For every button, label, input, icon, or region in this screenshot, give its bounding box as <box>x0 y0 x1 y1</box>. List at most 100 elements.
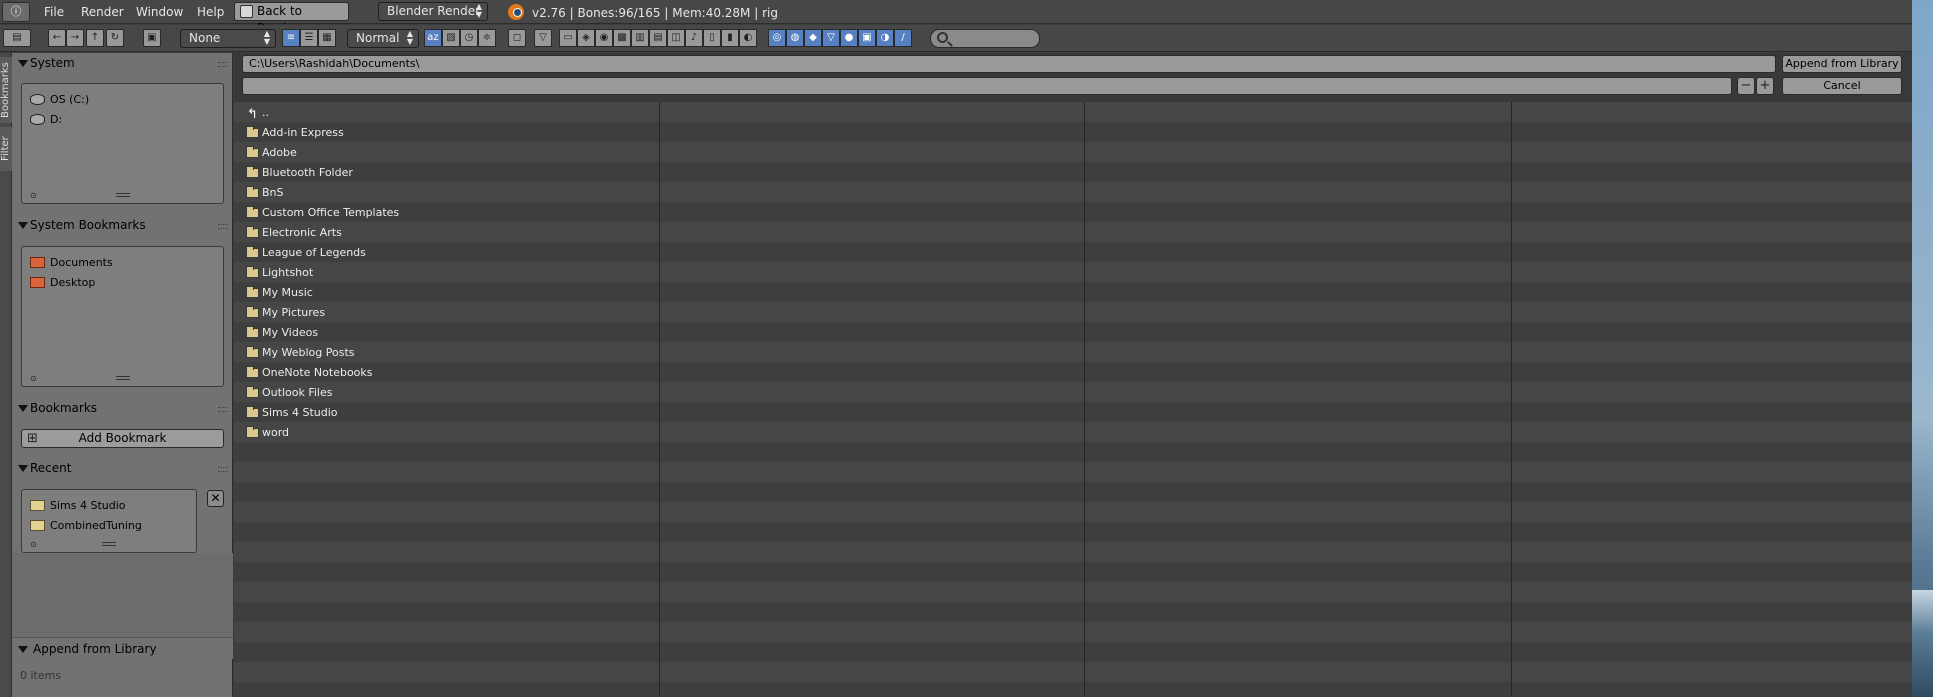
panel-header-bookmarks[interactable]: Bookmarks <box>12 398 233 418</box>
list-resize-handle[interactable]: ⊙ <box>22 374 223 383</box>
filter-material-icon[interactable]: ● <box>840 29 858 47</box>
filter-archive-icon[interactable]: ▮ <box>721 29 739 47</box>
render-engine-label: Blender Render <box>387 4 481 18</box>
panel-header-recent[interactable]: Recent <box>12 458 233 478</box>
thumbnails-icon[interactable]: ▦ <box>318 29 336 47</box>
filter-blend-icon[interactable]: ◈ <box>577 29 595 47</box>
sort-alpha-icon[interactable]: az <box>424 29 442 47</box>
table-row[interactable]: My Weblog Posts <box>246 343 355 363</box>
table-row[interactable]: Sims 4 Studio <box>246 403 338 423</box>
filter-object-icon[interactable]: ◍ <box>786 29 804 47</box>
menu-help[interactable]: Help <box>197 5 224 19</box>
recursion-select[interactable]: None ▲ ▼ <box>180 29 276 48</box>
table-row[interactable]: My Pictures <box>246 303 325 323</box>
panel-header-append[interactable]: Append from Library <box>12 637 233 659</box>
tab-filter[interactable]: Filter <box>0 127 12 171</box>
filename-input[interactable] <box>242 77 1732 95</box>
filter-scene-icon[interactable]: ◎ <box>768 29 786 47</box>
list-item[interactable]: D: <box>30 111 62 129</box>
filter-movie-icon[interactable]: ▥ <box>631 29 649 47</box>
parent-directory-row[interactable]: ↰ .. <box>246 103 269 123</box>
menu-render[interactable]: Render <box>81 5 124 19</box>
menu-file[interactable]: File <box>44 5 64 19</box>
folder-icon <box>246 326 259 338</box>
recent-list: Sims 4 Studio CombinedTuning ⊙ <box>21 489 197 553</box>
list-item[interactable]: Sims 4 Studio <box>30 497 126 515</box>
filter-sound-icon[interactable]: ♪ <box>685 29 703 47</box>
table-row[interactable]: OneNote Notebooks <box>246 363 373 383</box>
parent-dir-icon[interactable]: ↑ <box>86 29 104 47</box>
list-item[interactable]: CombinedTuning <box>30 517 142 535</box>
folder-icon <box>246 146 259 158</box>
back-icon[interactable]: ← <box>48 29 66 47</box>
tab-bookmarks[interactable]: Bookmarks <box>0 57 12 123</box>
filter-texture-icon[interactable]: ▣ <box>858 29 876 47</box>
filter-backup-icon[interactable]: ◉ <box>595 29 613 47</box>
add-bookmark-button[interactable]: ⊞ Add Bookmark <box>21 429 224 448</box>
table-row[interactable]: Add-in Express <box>246 123 344 143</box>
filter-font-icon[interactable]: ◫ <box>667 29 685 47</box>
sort-ext-icon[interactable]: ▧ <box>442 29 460 47</box>
table-row[interactable]: My Music <box>246 283 313 303</box>
forward-icon[interactable]: → <box>66 29 84 47</box>
filter-armature-icon[interactable]: ▽ <box>822 29 840 47</box>
new-folder-icon[interactable]: ▣ <box>143 29 161 47</box>
drag-grip-icon[interactable] <box>218 224 228 229</box>
panel-header-system[interactable]: System <box>12 53 233 73</box>
filter-blender-icon[interactable]: ◐ <box>739 29 757 47</box>
short-list-icon[interactable]: ≡ <box>282 29 300 47</box>
refresh-icon[interactable]: ↻ <box>106 29 124 47</box>
table-row[interactable]: BnS <box>246 183 284 203</box>
sort-time-icon[interactable]: ◷ <box>460 29 478 47</box>
list-item[interactable]: Documents <box>30 254 113 272</box>
cancel-button[interactable]: Cancel <box>1782 77 1902 95</box>
table-row[interactable]: Outlook Files <box>246 383 332 403</box>
list-resize-handle[interactable]: ⊙ <box>22 191 223 200</box>
hide-dot-files-icon[interactable]: ◻ <box>508 29 526 47</box>
panel-title: Recent <box>30 461 72 475</box>
table-row[interactable]: Custom Office Templates <box>246 203 399 223</box>
bookmark-folder-icon <box>30 257 45 268</box>
list-item[interactable]: Desktop <box>30 274 95 292</box>
file-list: ↰ .. Add-in Express Adobe Bluetooth Fold… <box>234 102 1912 697</box>
sort-size-icon[interactable]: ≑ <box>478 29 496 47</box>
table-row[interactable]: Bluetooth Folder <box>246 163 353 183</box>
filter-world-icon[interactable]: ◑ <box>876 29 894 47</box>
drag-grip-icon[interactable] <box>218 62 228 67</box>
menu-window[interactable]: Window <box>136 5 183 19</box>
editor-type-button[interactable]: ⓘ <box>2 2 30 22</box>
render-engine-select[interactable]: Blender Render ▲ ▼ <box>378 2 488 21</box>
list-item[interactable]: OS (C:) <box>30 91 89 109</box>
display-size-select[interactable]: Normal ▲ ▼ <box>347 29 419 48</box>
table-row[interactable]: My Videos <box>246 323 318 343</box>
filter-icon[interactable]: ▽ <box>534 29 552 47</box>
collapse-triangle-icon <box>18 60 28 67</box>
decrement-filename-button[interactable]: − <box>1737 77 1755 95</box>
directory-path-input[interactable]: C:\Users\Rashidah\Documents\ <box>242 55 1776 73</box>
append-from-library-button[interactable]: Append from Library <box>1782 55 1902 73</box>
file-name: My Videos <box>262 326 319 339</box>
table-row[interactable]: Electronic Arts <box>246 223 342 243</box>
status-text: v2.76 | Bones:96/165 | Mem:40.28M | rig <box>532 6 778 20</box>
filter-script-icon[interactable]: ▤ <box>649 29 667 47</box>
list-resize-handle[interactable]: ⊙ <box>22 540 196 549</box>
filter-folder-icon[interactable]: ▭ <box>559 29 577 47</box>
editor-type-file-browser-button[interactable]: ▤ <box>3 29 31 47</box>
filter-text-icon[interactable]: ▯ <box>703 29 721 47</box>
clear-recent-button[interactable]: ✕ <box>207 490 224 507</box>
increment-filename-button[interactable]: + <box>1756 77 1774 95</box>
drag-grip-icon[interactable] <box>218 407 228 412</box>
table-row[interactable]: League of Legends <box>246 243 366 263</box>
filter-image-icon[interactable]: ▩ <box>613 29 631 47</box>
filter-brush-icon[interactable]: / <box>894 29 912 47</box>
search-input[interactable] <box>930 29 1040 48</box>
table-row[interactable]: word <box>246 423 289 443</box>
drag-grip-icon[interactable] <box>218 467 228 472</box>
table-row[interactable]: Lightshot <box>246 263 313 283</box>
back-to-previous-button[interactable]: Back to Previous <box>234 2 349 35</box>
filter-mesh-icon[interactable]: ◆ <box>804 29 822 47</box>
long-list-icon[interactable]: ☰ <box>300 29 318 47</box>
folder-icon: ▤ <box>12 32 22 43</box>
panel-header-system-bookmarks[interactable]: System Bookmarks <box>12 215 233 235</box>
table-row[interactable]: Adobe <box>246 143 297 163</box>
